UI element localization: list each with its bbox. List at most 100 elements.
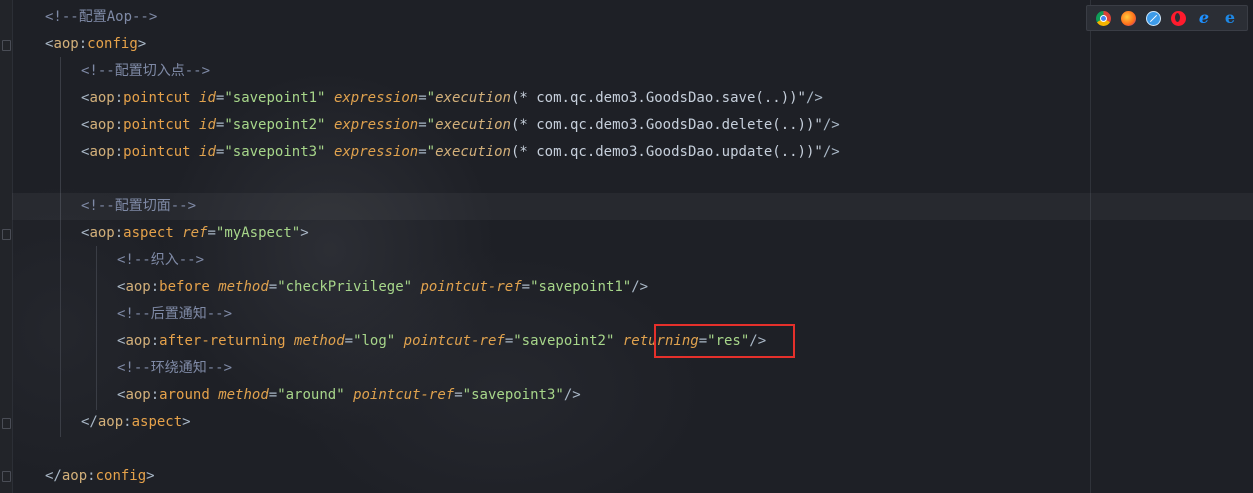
comment: <!--配置切面--> xyxy=(81,198,197,214)
equals: = xyxy=(454,387,463,403)
quote: " xyxy=(426,144,436,160)
tag-name: aspect xyxy=(131,414,183,430)
tag-colon: : xyxy=(87,468,96,484)
fold-marker[interactable] xyxy=(2,229,11,240)
expression-function: execution xyxy=(435,144,511,160)
expression-function: execution xyxy=(435,117,511,133)
comment: <!--配置Aop--> xyxy=(45,9,158,25)
tag-bracket: </ xyxy=(45,468,62,484)
opera-icon[interactable] xyxy=(1171,10,1186,26)
expression-args: (* com.qc.demo3.GoodsDao.delete(..))" xyxy=(510,117,823,133)
attribute-value: "savepoint2" xyxy=(513,333,615,349)
attribute-name: expression xyxy=(333,144,419,160)
comment: <!--配置切入点--> xyxy=(81,63,211,79)
tag-end: /> xyxy=(563,387,581,403)
attribute-name: pointcut-ref xyxy=(353,387,455,403)
equals: = xyxy=(268,279,278,295)
code-line-current[interactable]: <!--配置切面--> xyxy=(12,193,1253,220)
equals: = xyxy=(418,144,427,160)
tag-name: after-returning xyxy=(159,333,286,349)
browser-preview-toolbar: e e xyxy=(1086,5,1248,31)
comment: <!--织入--> xyxy=(117,252,205,268)
quote: " xyxy=(426,117,436,133)
code-line[interactable]: </aop:aspect> xyxy=(12,409,1253,436)
tag-name: before xyxy=(159,279,210,295)
code-line[interactable]: <aop:after-returning method="log" pointc… xyxy=(12,328,1253,355)
edge-icon[interactable]: e xyxy=(1222,10,1238,26)
code-line[interactable]: <!--配置切入点--> xyxy=(12,58,1253,85)
attribute-value: "savepoint2" xyxy=(224,117,326,133)
tag-colon: : xyxy=(114,90,124,106)
tag-end: /> xyxy=(805,90,823,106)
tag-namespace: aop xyxy=(89,225,115,241)
attribute-name: method xyxy=(218,279,269,295)
code-line[interactable]: </aop:config> xyxy=(12,463,1253,490)
attribute-name: id xyxy=(199,90,216,106)
code-line[interactable]: <aop:config> xyxy=(12,31,1253,58)
tag-colon: : xyxy=(123,414,132,430)
tag-colon: : xyxy=(114,144,124,160)
tag-name: pointcut xyxy=(123,144,191,160)
attribute-value: "savepoint1" xyxy=(224,90,326,106)
tag-namespace: aop xyxy=(97,414,124,430)
fold-marker[interactable] xyxy=(2,40,11,51)
tag-name: pointcut xyxy=(123,90,191,106)
fold-marker[interactable] xyxy=(2,471,11,482)
attribute-name: pointcut-ref xyxy=(420,279,522,295)
attribute-value: "savepoint1" xyxy=(530,279,632,295)
tag-colon: : xyxy=(114,117,124,133)
code-line[interactable]: <aop:pointcut id="savepoint2" expression… xyxy=(12,112,1253,139)
tag-name: pointcut xyxy=(123,117,191,133)
safari-icon[interactable] xyxy=(1146,10,1161,26)
code-editor[interactable]: <!--配置Aop--> <aop:config> <!--配置切入点--> <… xyxy=(12,0,1253,493)
tag-namespace: aop xyxy=(61,468,88,484)
fold-marker[interactable] xyxy=(2,418,11,429)
code-line[interactable]: <!--后置通知--> xyxy=(12,301,1253,328)
ie-icon[interactable]: e xyxy=(1196,10,1212,26)
tag-end: /> xyxy=(822,144,840,160)
equals: = xyxy=(418,90,427,106)
expression-function: execution xyxy=(435,90,511,106)
tag-name: config xyxy=(87,36,138,52)
comment: <!--环绕通知--> xyxy=(117,360,233,376)
equals: = xyxy=(504,333,514,349)
returning-highlight-box xyxy=(654,324,795,358)
attribute-name: pointcut-ref xyxy=(403,333,505,349)
code-line-blank[interactable] xyxy=(12,436,1253,463)
firefox-icon[interactable] xyxy=(1121,10,1136,26)
tag-namespace: aop xyxy=(89,117,115,133)
tag-bracket: > xyxy=(182,414,191,430)
comment: <!--后置通知--> xyxy=(117,306,233,322)
tag-colon: : xyxy=(114,225,124,241)
tag-end: /> xyxy=(822,117,840,133)
tag-colon: : xyxy=(150,333,160,349)
chrome-icon[interactable] xyxy=(1096,10,1111,26)
tag-name: config xyxy=(95,468,147,484)
expression-args: (* com.qc.demo3.GoodsDao.save(..))" xyxy=(510,90,806,106)
code-line[interactable]: <!--配置Aop--> xyxy=(12,4,1253,31)
code-line[interactable]: <!--织入--> xyxy=(12,247,1253,274)
attribute-value: "myAspect" xyxy=(215,225,301,241)
tag-namespace: aop xyxy=(53,36,79,52)
code-line[interactable]: <aop:before method="checkPrivilege" poin… xyxy=(12,274,1253,301)
code-line[interactable]: <aop:around method="around" pointcut-ref… xyxy=(12,382,1253,409)
tag-namespace: aop xyxy=(89,90,115,106)
tag-name: aspect xyxy=(123,225,174,241)
tag-end: /> xyxy=(631,279,649,295)
attribute-name: id xyxy=(199,144,216,160)
tag-colon: : xyxy=(150,279,160,295)
tag-colon: : xyxy=(78,36,88,52)
code-line[interactable]: <aop:pointcut id="savepoint1" expression… xyxy=(12,85,1253,112)
attribute-value: "log" xyxy=(353,333,396,349)
attribute-value: "around" xyxy=(277,387,345,403)
tag-namespace: aop xyxy=(125,279,151,295)
code-line[interactable]: <aop:pointcut id="savepoint3" expression… xyxy=(12,139,1253,166)
attribute-name: id xyxy=(199,117,216,133)
tag-namespace: aop xyxy=(125,387,151,403)
code-line[interactable]: <!--环绕通知--> xyxy=(12,355,1253,382)
equals: = xyxy=(344,333,354,349)
code-line-blank[interactable] xyxy=(12,166,1253,193)
code-line[interactable]: <aop:aspect ref="myAspect"> xyxy=(12,220,1253,247)
tag-bracket: > xyxy=(300,225,309,241)
attribute-value: "savepoint3" xyxy=(462,387,564,403)
